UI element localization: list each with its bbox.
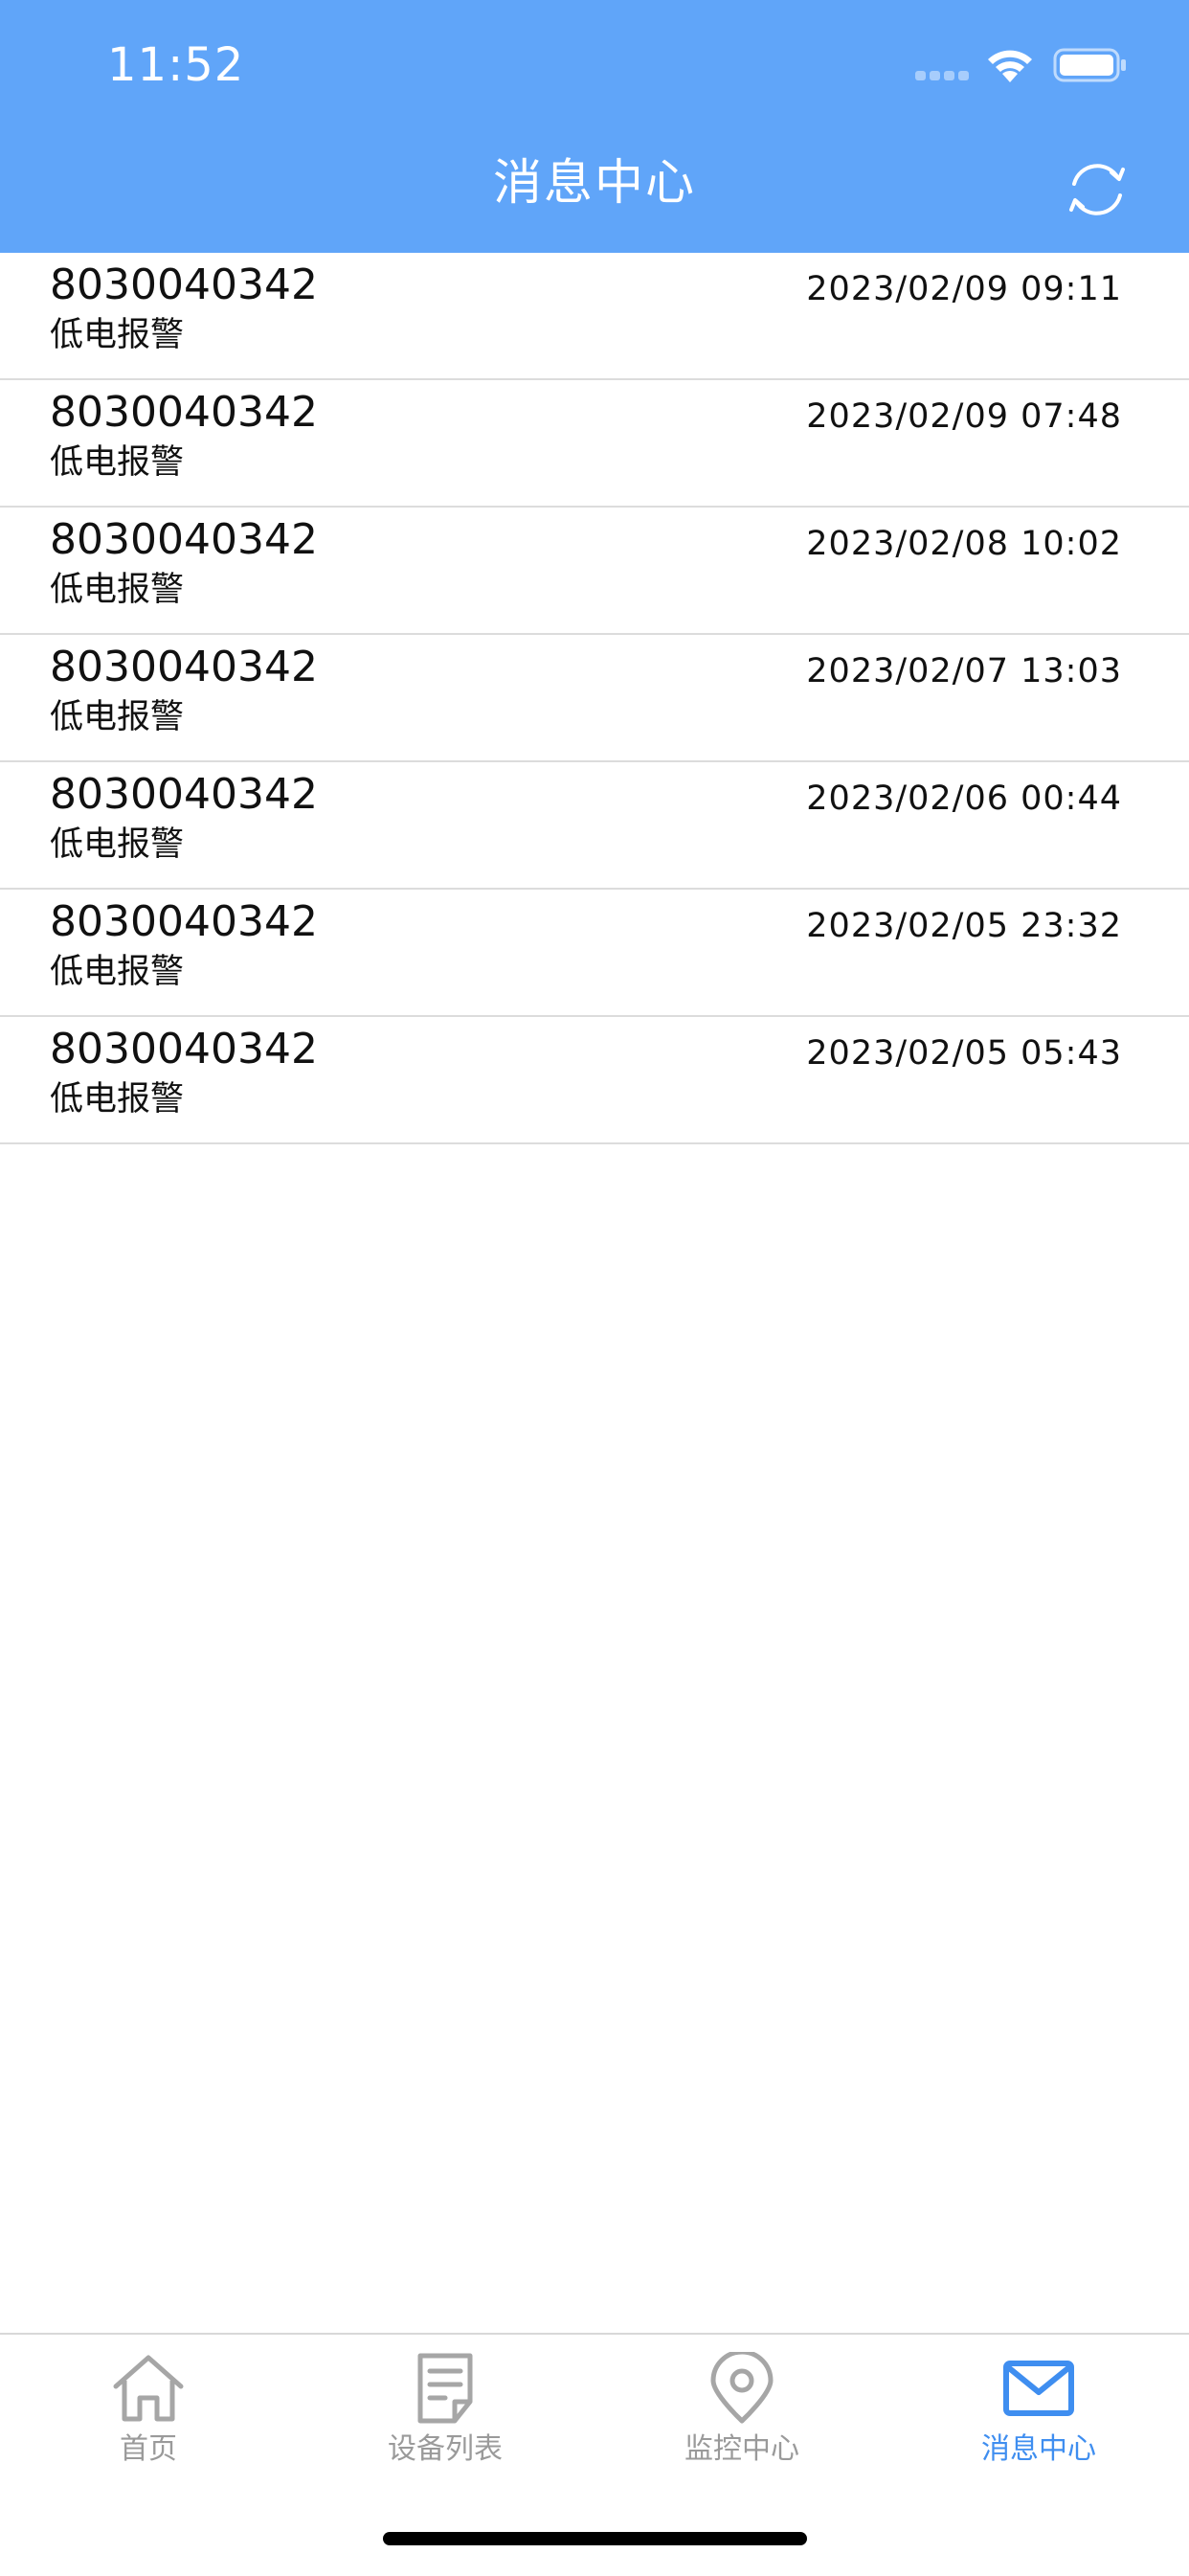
page-title: 消息中心 <box>492 155 696 212</box>
alarm-type: 低电报警 <box>50 571 185 609</box>
message-list: 8030040342 低电报警 2023/02/09 09:11 8030040… <box>0 253 1189 1144</box>
battery-icon <box>1053 48 1126 82</box>
message-row[interactable]: 8030040342 低电报警 2023/02/09 07:48 <box>0 380 1189 508</box>
tab-monitoring-center[interactable]: 监控中心 <box>594 2352 890 2496</box>
alarm-type: 低电报警 <box>50 825 185 864</box>
message-row[interactable]: 8030040342 低电报警 2023/02/05 05:43 <box>0 1017 1189 1144</box>
status-bar-time: 11:52 <box>107 38 245 92</box>
message-time: 2023/02/08 10:02 <box>806 525 1122 563</box>
wifi-icon <box>988 50 1032 82</box>
document-list-icon <box>417 2353 473 2424</box>
message-row[interactable]: 8030040342 低电报警 2023/02/06 00:44 <box>0 762 1189 890</box>
alarm-type: 低电报警 <box>50 953 185 991</box>
alarm-type: 低电报警 <box>50 698 185 736</box>
tab-monitoring-center-label: 监控中心 <box>684 2432 799 2466</box>
message-time: 2023/02/09 09:11 <box>806 270 1122 308</box>
device-id: 8030040342 <box>50 643 318 691</box>
message-time: 2023/02/05 05:43 <box>806 1034 1122 1073</box>
alarm-type: 低电报警 <box>50 1080 185 1119</box>
device-id: 8030040342 <box>50 388 318 437</box>
home-indicator <box>383 2532 807 2545</box>
device-id: 8030040342 <box>50 770 318 819</box>
tab-device-list[interactable]: 设备列表 <box>297 2352 594 2496</box>
device-id: 8030040342 <box>50 515 318 564</box>
message-row[interactable]: 8030040342 低电报警 2023/02/05 23:32 <box>0 890 1189 1017</box>
tab-home-label: 首页 <box>120 2432 177 2466</box>
alarm-type: 低电报警 <box>50 316 185 354</box>
message-row[interactable]: 8030040342 低电报警 2023/02/07 13:03 <box>0 635 1189 762</box>
message-time: 2023/02/09 07:48 <box>806 397 1122 436</box>
tab-message-center[interactable]: 消息中心 <box>890 2352 1187 2496</box>
home-icon <box>113 2355 184 2422</box>
message-row[interactable]: 8030040342 低电报警 2023/02/08 10:02 <box>0 508 1189 635</box>
message-row[interactable]: 8030040342 低电报警 2023/02/09 09:11 <box>0 253 1189 380</box>
message-time: 2023/02/06 00:44 <box>806 780 1122 818</box>
navigation-header: 11:52 消息中心 <box>0 0 1189 253</box>
mail-icon <box>1003 2361 1074 2416</box>
device-id: 8030040342 <box>50 260 318 309</box>
tab-home[interactable]: 首页 <box>0 2352 297 2496</box>
message-time: 2023/02/05 23:32 <box>806 907 1122 945</box>
device-id: 8030040342 <box>50 897 318 946</box>
tab-message-center-label: 消息中心 <box>981 2432 1096 2466</box>
refresh-icon[interactable] <box>1061 155 1133 224</box>
tab-device-list-label: 设备列表 <box>388 2432 503 2466</box>
device-id: 8030040342 <box>50 1025 318 1073</box>
message-time: 2023/02/07 13:03 <box>806 652 1122 690</box>
cellular-signal-icon <box>915 71 969 82</box>
alarm-type: 低电报警 <box>50 443 185 482</box>
location-pin-icon <box>710 2352 774 2424</box>
